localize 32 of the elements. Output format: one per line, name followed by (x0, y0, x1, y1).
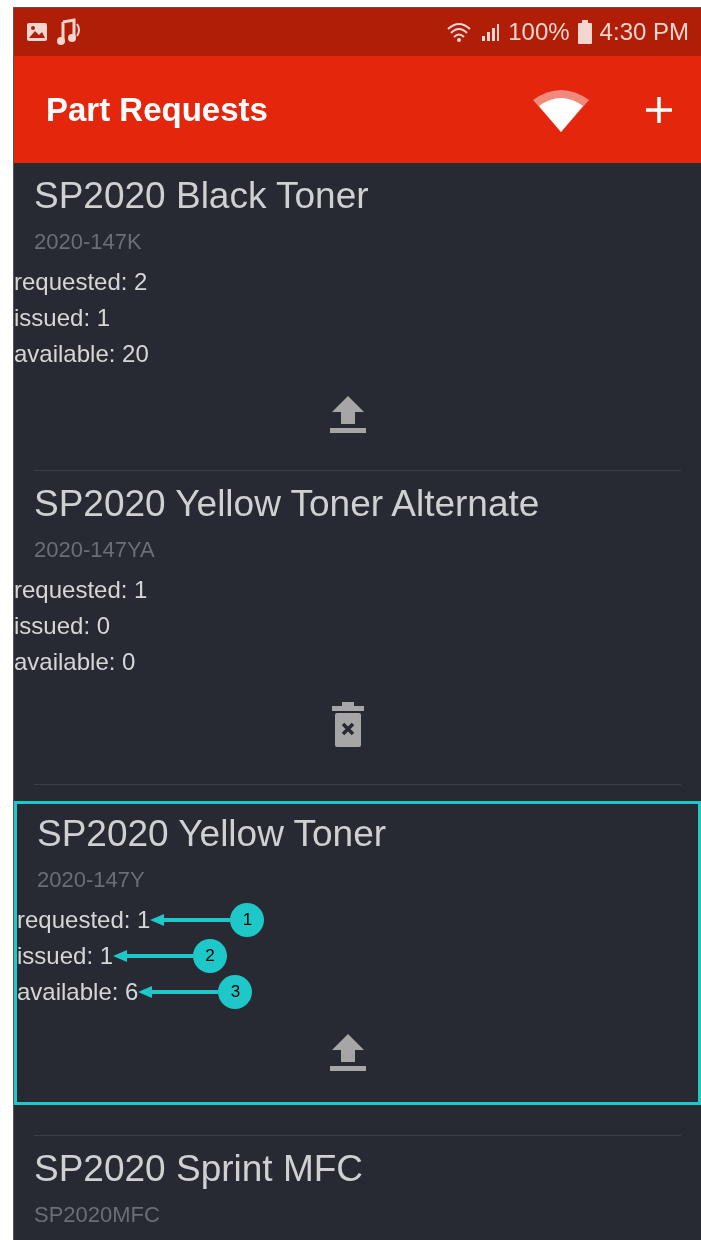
stat-text: requested: 1 (14, 575, 148, 605)
callout-number: 1 (230, 903, 265, 937)
callout-number: 2 (193, 939, 228, 973)
upload-icon[interactable] (329, 1032, 366, 1072)
app-title: Part Requests (46, 89, 269, 130)
upload-icon[interactable] (329, 394, 366, 434)
trash-icon[interactable] (331, 702, 364, 748)
stat-text: available: 6 (17, 977, 139, 1007)
wifi-icon (446, 21, 473, 43)
part-name: SP2020 Yellow Toner Alternate (33, 482, 541, 526)
add-icon (645, 95, 673, 124)
battery-icon (577, 20, 592, 44)
stat-text: requested: 2 (14, 267, 148, 297)
stat-text: available: 20 (14, 339, 149, 369)
stat-text: available: 0 (14, 647, 136, 677)
part-name: SP2020 Yellow Toner (36, 812, 388, 856)
part-number: SP2020MFC (33, 1201, 161, 1229)
stat-text: issued: 0 (14, 611, 111, 641)
part-name: SP2020 Sprint MFC (33, 1147, 365, 1191)
battery-percent: 100% (508, 17, 570, 47)
image-icon (26, 22, 48, 42)
part-number: 2020-147K (33, 228, 143, 256)
part-number: 2020-147Y (36, 866, 146, 894)
part-name: SP2020 Black Toner (33, 174, 370, 218)
stat-text: issued: 1 (14, 303, 111, 333)
stat-text: issued: 1 (17, 941, 114, 971)
stat-text: requested: 1 (17, 905, 151, 935)
part-number: 2020-147YA (33, 536, 156, 564)
music-note-icon (56, 18, 82, 46)
clock-time: 4:30 PM (599, 17, 689, 47)
callout-number: 3 (218, 975, 253, 1009)
signal-icon (480, 22, 501, 42)
